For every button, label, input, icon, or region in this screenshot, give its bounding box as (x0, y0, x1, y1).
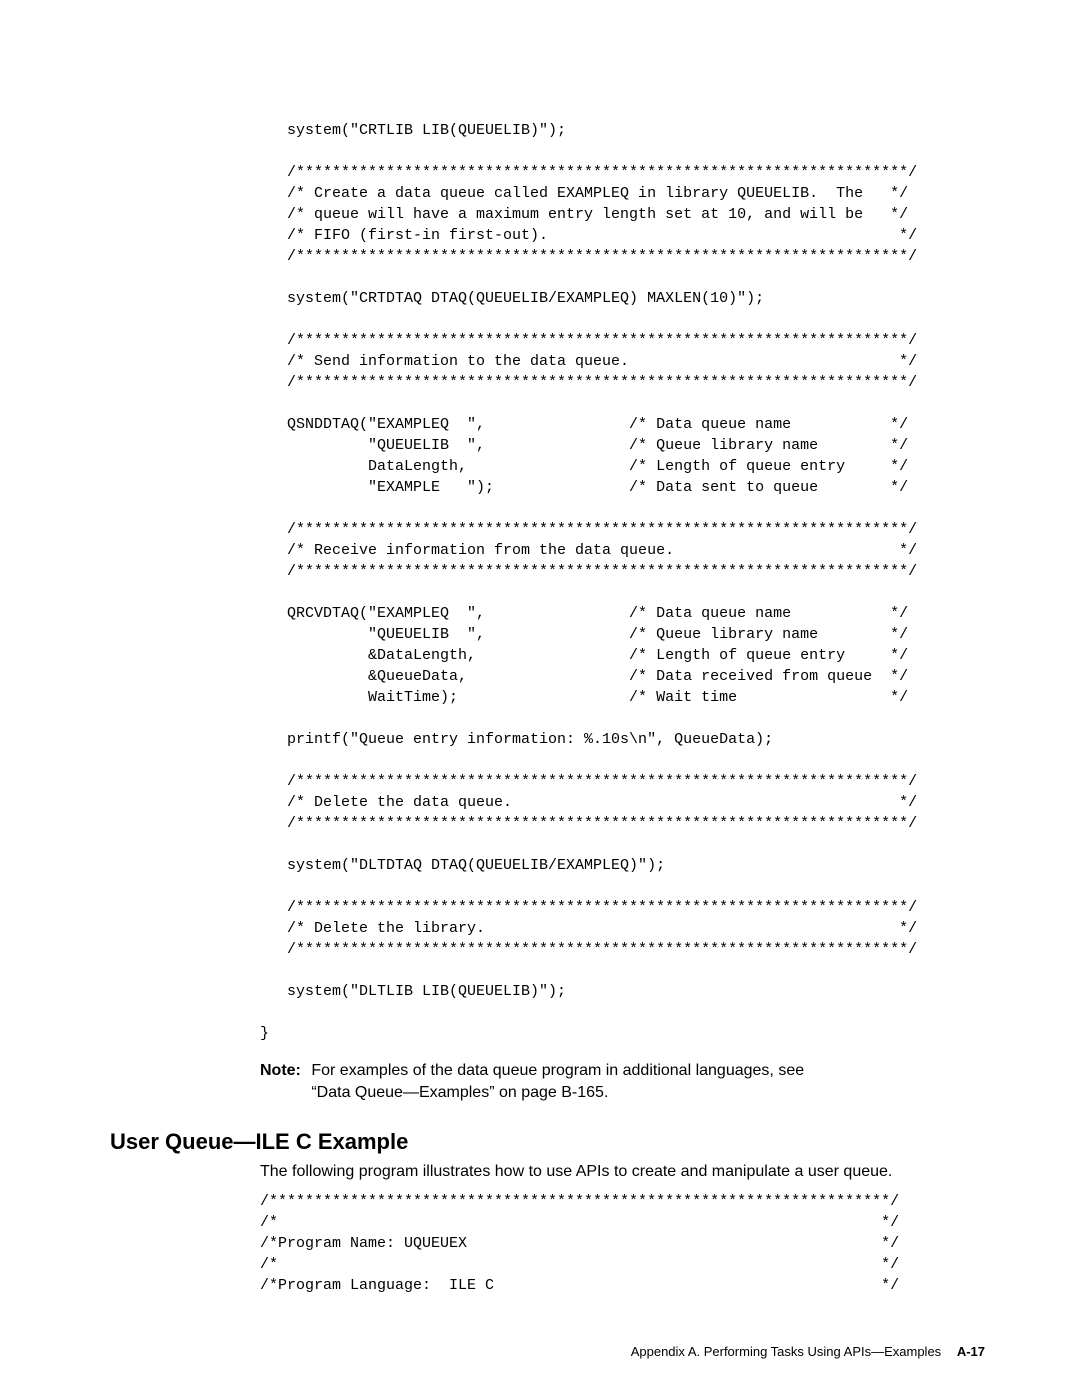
note-label: Note: (260, 1060, 301, 1082)
section-heading: User Queue—ILE C Example (110, 1129, 990, 1155)
section-intro: The following program illustrates how to… (260, 1161, 990, 1183)
note-block: Note: For examples of the data queue pro… (260, 1060, 990, 1105)
code-listing-main: system("CRTLIB LIB(QUEUELIB)"); /*******… (260, 120, 990, 1044)
footer-text: Appendix A. Performing Tasks Using APIs—… (631, 1344, 941, 1359)
page-footer: Appendix A. Performing Tasks Using APIs—… (631, 1344, 985, 1359)
note-text: For examples of the data queue program i… (311, 1060, 841, 1105)
code-listing-secondary: /***************************************… (260, 1191, 990, 1296)
footer-page-number: A-17 (957, 1344, 985, 1359)
